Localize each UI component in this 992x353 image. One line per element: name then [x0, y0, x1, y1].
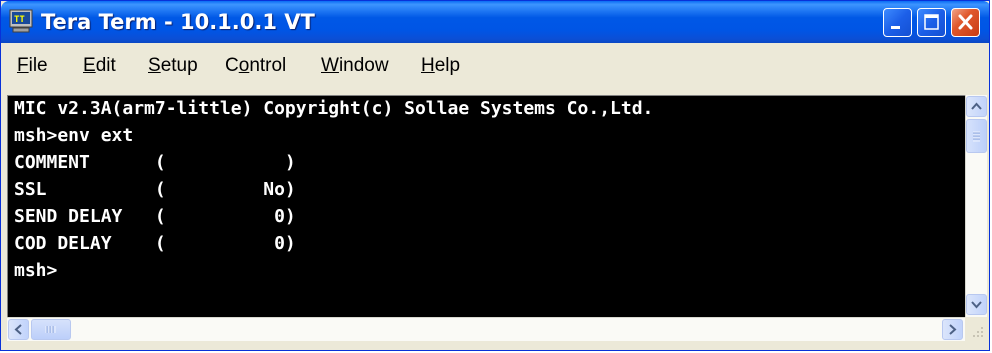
scroll-right-button[interactable] — [942, 319, 963, 340]
close-button[interactable] — [951, 8, 980, 37]
resize-grip[interactable] — [965, 317, 987, 341]
scroll-down-button[interactable] — [966, 294, 987, 315]
terminal-line: SSL ( No) — [14, 179, 296, 200]
vertical-scrollbar[interactable] — [965, 95, 987, 317]
terminal-line: COD DELAY ( 0) — [14, 233, 296, 254]
horizontal-scroll-thumb[interactable] — [31, 319, 71, 340]
menu-window[interactable]: Window — [321, 55, 389, 77]
menu-help[interactable]: Help — [421, 55, 460, 77]
svg-text:TT: TT — [14, 15, 25, 25]
terminal-prompt: msh> — [14, 260, 58, 281]
title-bar[interactable]: TT Tera Term - 10.1.0.1 VT — [1, 1, 989, 43]
scroll-left-button[interactable] — [8, 319, 29, 340]
menu-edit[interactable]: Edit — [83, 55, 116, 77]
minimize-button[interactable] — [883, 8, 912, 37]
horizontal-scrollbar[interactable] — [7, 317, 965, 341]
tera-term-window: TT Tera Term - 10.1.0.1 VT File Edit Set… — [0, 0, 990, 351]
menu-bar: File Edit Setup Control Window Help — [3, 43, 989, 91]
terminal-line: msh>env ext — [14, 125, 134, 146]
terminal-screen[interactable]: MIC v2.3A(arm7-little) Copyright(c) Soll… — [7, 95, 965, 317]
terminal-line: SEND DELAY ( 0) — [14, 206, 296, 227]
menu-setup[interactable]: Setup — [148, 55, 198, 77]
tera-term-icon[interactable]: TT — [9, 9, 33, 33]
terminal-line: COMMENT ( ) — [14, 152, 296, 173]
menu-control[interactable]: Control — [225, 55, 286, 77]
window-title: Tera Term - 10.1.0.1 VT — [41, 10, 315, 34]
vertical-scroll-thumb[interactable] — [966, 119, 987, 153]
terminal-line: MIC v2.3A(arm7-little) Copyright(c) Soll… — [14, 98, 654, 119]
menu-file[interactable]: File — [17, 55, 48, 77]
scroll-up-button[interactable] — [966, 96, 987, 117]
maximize-button[interactable] — [917, 8, 946, 37]
